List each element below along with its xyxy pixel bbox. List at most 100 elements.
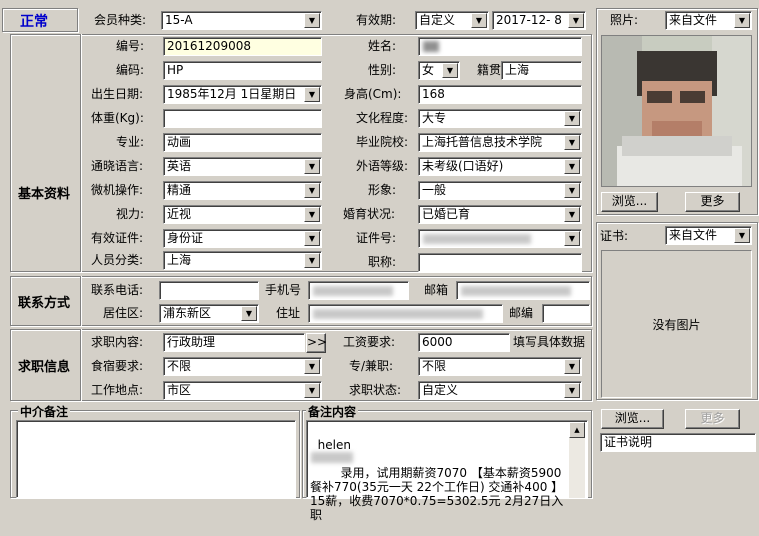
birth-date-picker[interactable]: 1985年12月 1日星期日 ▼ <box>163 85 322 104</box>
certificate-browse-button[interactable]: 浏览... <box>601 409 664 429</box>
education-select[interactable]: 大专 ▼ <box>418 109 582 128</box>
chevron-down-icon[interactable]: ▼ <box>304 359 320 374</box>
code-field[interactable]: HP <box>163 61 322 80</box>
photo-label: 照片: <box>610 13 639 27</box>
address-field[interactable] <box>308 304 503 323</box>
zip-field[interactable] <box>542 304 590 323</box>
school-label: 毕业院校: <box>356 135 409 149</box>
certificate-description-field[interactable]: 证书说明 <box>600 433 756 452</box>
major-field[interactable]: 动画 <box>163 133 322 152</box>
redacted-name <box>423 41 439 52</box>
marital-select[interactable]: 已婚已育 ▼ <box>418 205 582 224</box>
chevron-down-icon[interactable]: ▼ <box>734 13 750 28</box>
validity-type-select[interactable]: 自定义 ▼ <box>415 11 489 30</box>
chevron-down-icon[interactable]: ▼ <box>564 231 580 246</box>
phone-field[interactable] <box>159 281 259 300</box>
computer-select[interactable]: 精通 ▼ <box>163 181 322 200</box>
chevron-down-icon[interactable]: ▼ <box>241 306 257 321</box>
chevron-down-icon[interactable]: ▼ <box>304 87 320 102</box>
salary-field[interactable]: 6000 <box>418 333 510 352</box>
job-content-more-button[interactable]: >> <box>306 333 327 353</box>
job-status-select[interactable]: 自定义 ▼ <box>418 381 582 400</box>
contact-divider <box>80 276 81 326</box>
computer-value: 精通 <box>167 183 192 197</box>
cert-type-value: 身份证 <box>167 231 204 245</box>
cert-type-select[interactable]: 身份证 ▼ <box>163 229 322 248</box>
chevron-down-icon[interactable]: ▼ <box>442 63 458 78</box>
photo-frame[interactable] <box>601 35 752 187</box>
chevron-down-icon[interactable]: ▼ <box>564 135 580 150</box>
native-field[interactable]: 上海 <box>501 61 582 80</box>
title-field[interactable] <box>418 253 582 272</box>
district-select[interactable]: 浦东新区 ▼ <box>159 304 259 323</box>
fulltime-select[interactable]: 不限 ▼ <box>418 357 582 376</box>
photo-browse-button[interactable]: 浏览... <box>601 192 658 212</box>
scroll-up-icon[interactable]: ▲ <box>569 422 585 438</box>
lodging-label: 食宿要求: <box>91 359 144 373</box>
category-select[interactable]: 上海 ▼ <box>163 251 322 270</box>
job-content-field[interactable]: 行政助理 <box>163 333 305 352</box>
gender-select[interactable]: 女 ▼ <box>418 61 460 80</box>
chevron-down-icon[interactable]: ▼ <box>304 13 320 28</box>
certificate-more-button[interactable]: 更多 <box>685 409 740 429</box>
chevron-down-icon[interactable]: ▼ <box>304 383 320 398</box>
chevron-down-icon[interactable]: ▼ <box>564 359 580 374</box>
district-label: 居住区: <box>103 306 144 320</box>
chevron-down-icon[interactable]: ▼ <box>304 159 320 174</box>
remark-textarea[interactable]: helen 录用，试用期薪资7070 【基本薪资5900 餐补770(35元一天… <box>306 420 588 522</box>
fulltime-label: 专/兼职: <box>349 359 394 373</box>
chevron-down-icon[interactable]: ▼ <box>564 383 580 398</box>
certificate-source-select[interactable]: 来自文件 ▼ <box>665 226 752 245</box>
lang-level-label: 外语等级: <box>356 159 409 173</box>
lodging-select[interactable]: 不限 ▼ <box>163 357 322 376</box>
chevron-down-icon[interactable]: ▼ <box>734 228 750 243</box>
height-label: 身高(Cm): <box>344 87 402 101</box>
marital-label: 婚育状况: <box>343 207 396 221</box>
location-select[interactable]: 市区 ▼ <box>163 381 322 400</box>
chevron-down-icon[interactable]: ▼ <box>568 13 584 28</box>
job-divider <box>80 329 81 401</box>
weight-label: 体重(Kg): <box>91 111 144 125</box>
image-select[interactable]: 一般 ▼ <box>418 181 582 200</box>
photo-more-button[interactable]: 更多 <box>685 192 740 212</box>
validity-date-picker[interactable]: 2017-12- 8 ▼ <box>492 11 586 30</box>
email-field[interactable] <box>456 281 590 300</box>
validity-date-value: 2017-12- 8 <box>496 13 562 27</box>
chevron-down-icon[interactable]: ▼ <box>304 253 320 268</box>
certificate-image-area[interactable]: 没有图片 <box>601 250 752 398</box>
chevron-down-icon[interactable]: ▼ <box>304 207 320 222</box>
remark-scrollbar[interactable]: ▲ <box>569 422 585 498</box>
chevron-down-icon[interactable]: ▼ <box>304 231 320 246</box>
validity-type-value: 自定义 <box>419 13 456 27</box>
name-field[interactable] <box>418 37 582 56</box>
cert-no-field[interactable]: ▼ <box>418 229 582 248</box>
address-label: 住址 <box>276 306 301 320</box>
lang-level-select[interactable]: 未考级(口语好) ▼ <box>418 157 582 176</box>
chevron-down-icon[interactable]: ▼ <box>304 183 320 198</box>
member-type-label: 会员种类: <box>94 13 147 27</box>
basic-section-title: 基本资料 <box>18 187 71 202</box>
email-label: 邮箱 <box>424 283 449 297</box>
school-value: 上海托普信息技术学院 <box>422 135 543 149</box>
record-status: 正常 <box>20 14 48 30</box>
vision-select[interactable]: 近视 ▼ <box>163 205 322 224</box>
agent-notes-textarea[interactable] <box>16 420 296 498</box>
mobile-field[interactable] <box>308 281 409 300</box>
height-field[interactable]: 168 <box>418 85 582 104</box>
chevron-down-icon[interactable]: ▼ <box>564 207 580 222</box>
redacted-email <box>461 286 571 296</box>
photo-source-select[interactable]: 来自文件 ▼ <box>665 11 752 30</box>
id-field[interactable]: 20161209008 <box>163 37 322 56</box>
weight-field[interactable] <box>163 109 322 128</box>
category-label: 人员分类: <box>91 253 144 267</box>
chevron-down-icon[interactable]: ▼ <box>564 183 580 198</box>
category-value: 上海 <box>167 253 192 267</box>
school-select[interactable]: 上海托普信息技术学院 ▼ <box>418 133 582 152</box>
member-type-select[interactable]: 15-A ▼ <box>161 11 322 30</box>
title-label: 职称: <box>368 255 397 269</box>
chevron-down-icon[interactable]: ▼ <box>564 111 580 126</box>
redacted-mobile <box>313 286 393 296</box>
chevron-down-icon[interactable]: ▼ <box>564 159 580 174</box>
language-select[interactable]: 英语 ▼ <box>163 157 322 176</box>
chevron-down-icon[interactable]: ▼ <box>471 13 487 28</box>
